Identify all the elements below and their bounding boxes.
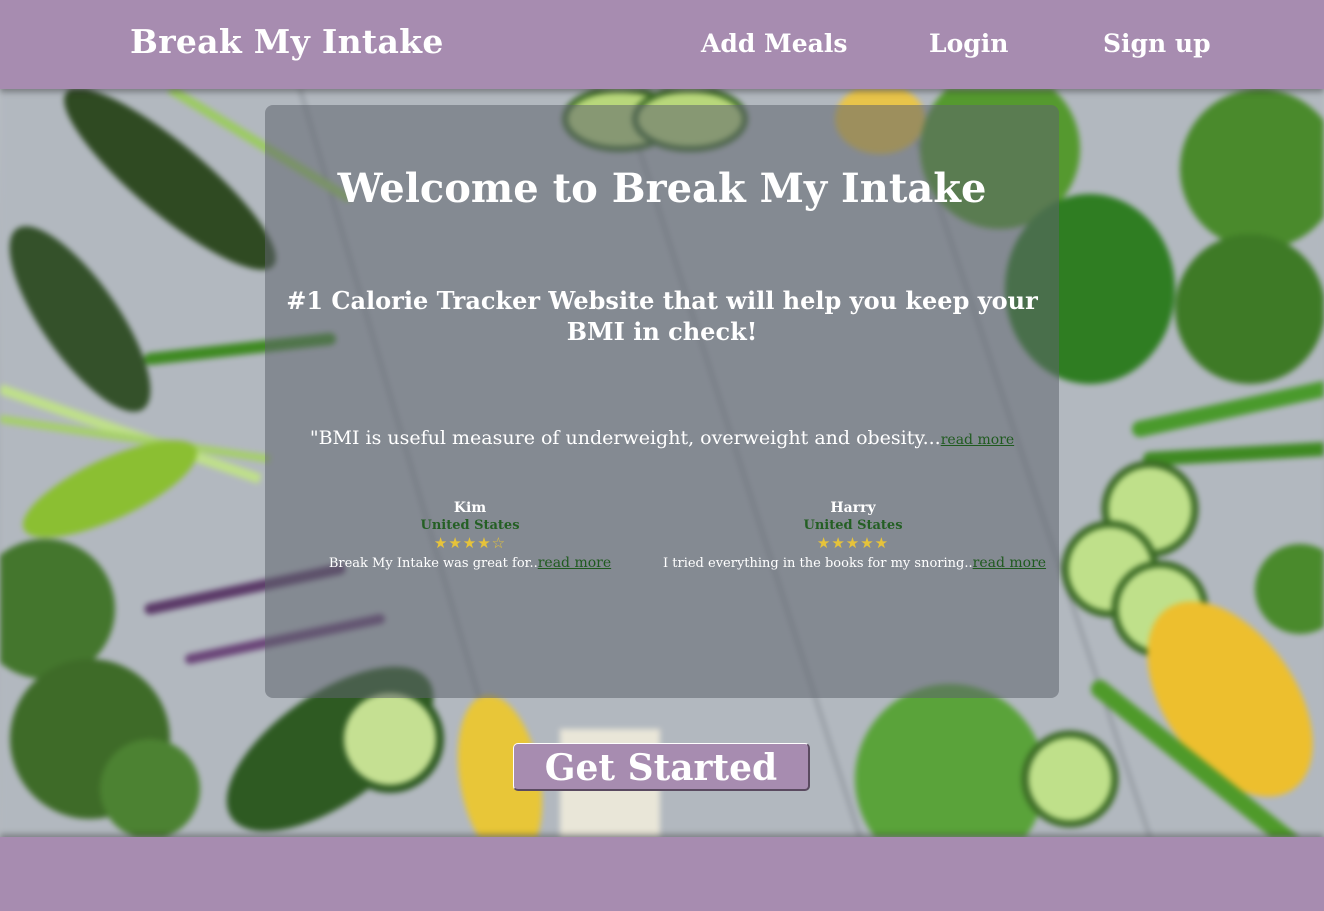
review-excerpt: I tried everything in the books for my s… — [663, 556, 973, 571]
brand-logo-link[interactable]: Break My Intake — [130, 22, 444, 61]
nav-login-link[interactable]: Login — [929, 29, 1008, 58]
review-read-more-link[interactable]: read more — [973, 555, 1046, 571]
review-read-more-link[interactable]: read more — [538, 555, 611, 571]
bmi-quote: "BMI is useful measure of underweight, o… — [265, 427, 1059, 449]
welcome-card: Welcome to Break My Intake #1 Calorie Tr… — [265, 105, 1059, 698]
reviewer-name: Kim — [453, 500, 487, 516]
get-started-button[interactable]: Get Started — [513, 743, 810, 791]
review-text: I tried everything in the books for my s… — [663, 553, 1046, 574]
reviewer-country: United States — [420, 518, 520, 533]
nav-signup-link[interactable]: Sign up — [1103, 29, 1211, 58]
bmi-quote-text: "BMI is useful measure of underweight, o… — [309, 427, 941, 449]
page-title: Welcome to Break My Intake — [337, 165, 987, 212]
reviewer-name: Harry — [830, 500, 876, 516]
star-rating-icon: ★★★★☆ — [433, 534, 507, 552]
review-text: Break My Intake was great for..read more — [280, 553, 660, 574]
reviewer-country: United States — [803, 518, 903, 533]
review-card-harry: Harry United States ★★★★★ I tried everyt… — [663, 500, 1046, 574]
footer — [0, 837, 1324, 911]
navbar: Break My Intake Add Meals Login Sign up — [0, 0, 1324, 89]
tagline: #1 Calorie Tracker Website that will hel… — [286, 286, 1038, 346]
nav-add-meals-link[interactable]: Add Meals — [701, 29, 847, 58]
review-card-kim: Kim United States ★★★★☆ Break My Intake … — [280, 500, 660, 574]
star-rating-icon: ★★★★★ — [816, 534, 890, 552]
quote-read-more-link[interactable]: read more — [941, 432, 1014, 448]
review-excerpt: Break My Intake was great for.. — [328, 556, 538, 571]
